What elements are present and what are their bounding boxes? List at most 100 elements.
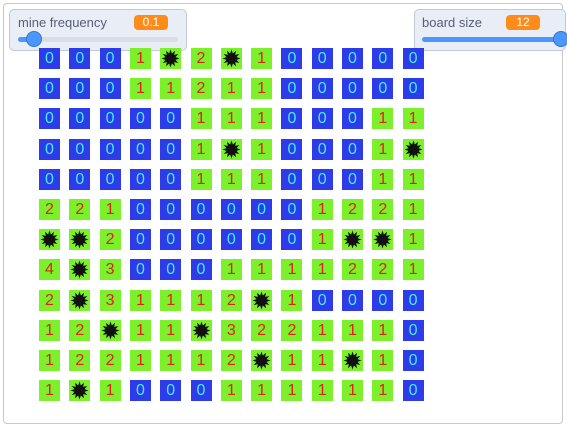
board-cell[interactable]: 3	[99, 259, 121, 281]
board-size-slider[interactable]	[422, 31, 567, 47]
board-cell[interactable]: 1	[160, 289, 182, 311]
board-cell[interactable]: 0	[402, 78, 424, 100]
board-cell[interactable]: 0	[372, 289, 394, 311]
board-cell[interactable]: 0	[160, 108, 182, 130]
board-cell[interactable]: 1	[251, 78, 273, 100]
board-cell[interactable]: 0	[342, 108, 363, 130]
board-cell[interactable]: 0	[160, 229, 182, 251]
board-cell[interactable]: 1	[402, 168, 424, 190]
board-cell[interactable]: 3	[220, 319, 242, 341]
board-cell[interactable]: 0	[281, 138, 303, 160]
board-cell[interactable]: 0	[342, 168, 363, 190]
board-cell[interactable]: 1	[99, 380, 121, 402]
board-cell[interactable]: 0	[39, 48, 60, 69]
mine-cell[interactable]	[220, 138, 242, 160]
mine-cell[interactable]	[342, 229, 363, 251]
board-cell[interactable]: 0	[311, 78, 333, 100]
board-cell[interactable]: 1	[251, 138, 273, 160]
mine-cell[interactable]	[220, 48, 242, 69]
board-cell[interactable]: 1	[129, 350, 151, 371]
board-cell[interactable]: 0	[281, 199, 303, 220]
mine-cell[interactable]	[160, 48, 182, 69]
board-cell[interactable]: 1	[160, 78, 182, 100]
board-cell[interactable]: 0	[281, 48, 303, 69]
board-cell[interactable]: 0	[402, 319, 424, 341]
board-cell[interactable]: 1	[342, 319, 363, 341]
board-cell[interactable]: 0	[372, 48, 394, 69]
board-cell[interactable]: 2	[69, 319, 91, 341]
mine-cell[interactable]	[372, 229, 394, 251]
board-cell[interactable]: 1	[251, 380, 273, 402]
board-cell[interactable]: 0	[281, 78, 303, 100]
board-cell[interactable]: 1	[311, 229, 333, 251]
board-cell[interactable]: 1	[220, 78, 242, 100]
board-cell[interactable]: 0	[281, 229, 303, 251]
board-cell[interactable]: 1	[99, 199, 121, 220]
board-cell[interactable]: 0	[342, 289, 363, 311]
mine-cell[interactable]	[402, 138, 424, 160]
board-cell[interactable]: 1	[372, 168, 394, 190]
board-cell[interactable]: 2	[99, 350, 121, 371]
board-cell[interactable]: 1	[311, 319, 333, 341]
mine-frequency-slider-thumb[interactable]	[26, 31, 42, 47]
board-cell[interactable]: 4	[39, 259, 60, 281]
board-cell[interactable]: 1	[311, 380, 333, 402]
board-cell[interactable]: 1	[160, 350, 182, 371]
mine-cell[interactable]	[69, 380, 91, 402]
board-cell[interactable]: 2	[372, 199, 394, 220]
mine-cell[interactable]	[190, 319, 212, 341]
board-cell[interactable]: 1	[220, 380, 242, 402]
board-cell[interactable]: 0	[311, 168, 333, 190]
board-cell[interactable]: 1	[190, 108, 212, 130]
board-cell[interactable]: 0	[251, 229, 273, 251]
board-cell[interactable]: 0	[99, 78, 121, 100]
board-cell[interactable]: 2	[99, 229, 121, 251]
board-cell[interactable]: 1	[220, 259, 242, 281]
mine-cell[interactable]	[69, 289, 91, 311]
board-cell[interactable]: 1	[190, 289, 212, 311]
board-cell[interactable]: 0	[99, 138, 121, 160]
board-cell[interactable]: 2	[220, 289, 242, 311]
board-cell[interactable]: 1	[281, 380, 303, 402]
board-cell[interactable]: 2	[39, 199, 60, 220]
board-cell[interactable]: 0	[220, 199, 242, 220]
board-size-slider-thumb[interactable]	[553, 31, 567, 47]
board-cell[interactable]: 1	[220, 168, 242, 190]
board-cell[interactable]: 3	[99, 289, 121, 311]
board-cell[interactable]: 0	[311, 108, 333, 130]
board-cell[interactable]: 2	[281, 319, 303, 341]
board-cell[interactable]: 0	[220, 229, 242, 251]
board-cell[interactable]: 2	[251, 319, 273, 341]
board-cell[interactable]: 1	[190, 138, 212, 160]
board-cell[interactable]: 1	[251, 48, 273, 69]
board-cell[interactable]: 0	[69, 138, 91, 160]
board-cell[interactable]: 1	[281, 350, 303, 371]
board-cell[interactable]: 0	[129, 229, 151, 251]
board-cell[interactable]: 1	[311, 259, 333, 281]
board-cell[interactable]: 1	[251, 108, 273, 130]
mine-cell[interactable]	[39, 229, 60, 251]
board-cell[interactable]: 1	[311, 199, 333, 220]
board-cell[interactable]: 1	[281, 259, 303, 281]
board-cell[interactable]: 0	[69, 108, 91, 130]
board-cell[interactable]: 1	[39, 380, 60, 402]
board-cell[interactable]: 2	[69, 199, 91, 220]
mine-cell[interactable]	[99, 319, 121, 341]
board-cell[interactable]: 0	[281, 168, 303, 190]
board-cell[interactable]: 2	[372, 259, 394, 281]
board-cell[interactable]: 0	[190, 380, 212, 402]
board-cell[interactable]: 1	[311, 350, 333, 371]
board-cell[interactable]: 0	[69, 168, 91, 190]
board-cell[interactable]: 1	[342, 380, 363, 402]
board-cell[interactable]: 0	[69, 78, 91, 100]
mine-cell[interactable]	[251, 350, 273, 371]
board-cell[interactable]: 0	[311, 138, 333, 160]
board-cell[interactable]: 1	[402, 108, 424, 130]
board-cell[interactable]: 1	[372, 108, 394, 130]
board-cell[interactable]: 1	[372, 138, 394, 160]
board-cell[interactable]: 0	[190, 199, 212, 220]
board-cell[interactable]: 0	[160, 199, 182, 220]
board-cell[interactable]: 1	[129, 78, 151, 100]
board-cell[interactable]: 0	[39, 78, 60, 100]
board-cell[interactable]: 0	[402, 48, 424, 69]
